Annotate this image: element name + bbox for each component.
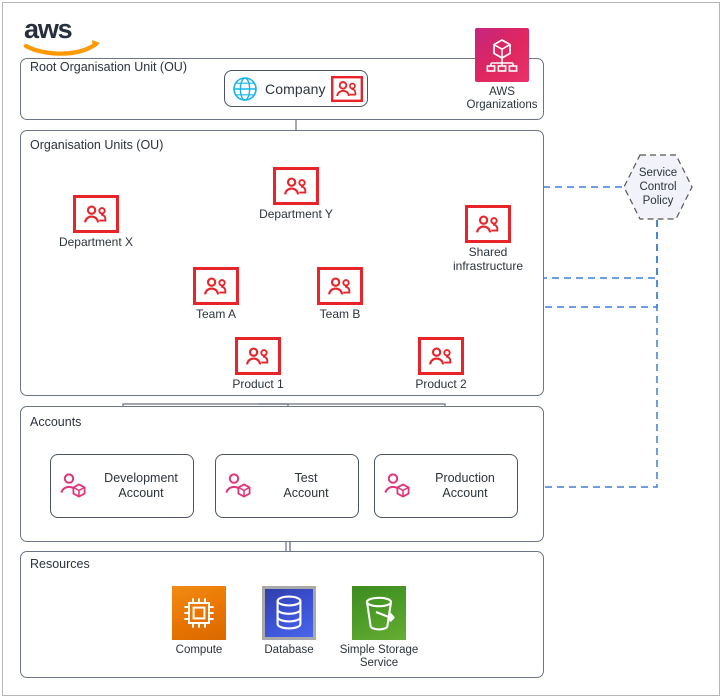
account-card-production[interactable]: Production Account	[374, 454, 518, 518]
organisation-unit-icon	[273, 167, 319, 205]
aws-account-icon	[216, 471, 260, 501]
ou-label: Shared infrastructure	[452, 245, 524, 273]
diagram-canvas: aws Root Organisation Unit (OU) Company …	[0, 0, 724, 700]
ou-node-product-1[interactable]: Product 1	[212, 337, 304, 392]
accounts-section-title: Accounts	[26, 415, 86, 429]
account-label: Production Account	[435, 471, 495, 500]
resource-label: Simple Storage Service	[339, 644, 419, 669]
ou-label: Team B	[319, 307, 361, 321]
ou-label: Department Y	[259, 207, 333, 221]
service-control-policy-label: Service Control Policy	[638, 167, 678, 207]
account-label: Development Account	[104, 471, 178, 500]
company-node[interactable]: Company	[224, 70, 368, 107]
ou-node-department-x[interactable]: Department X	[50, 195, 142, 250]
ou-node-shared-infrastructure[interactable]: Shared infrastructure	[442, 205, 534, 273]
ou-label: Team A	[195, 307, 237, 321]
aws-account-icon	[51, 471, 95, 501]
ou-label: Product 2	[415, 377, 467, 391]
account-label: Test Account	[283, 471, 329, 500]
organisation-unit-icon	[193, 267, 239, 305]
aws-organizations-icon	[475, 28, 529, 82]
organisation-unit-icon	[317, 267, 363, 305]
s3-bucket-icon	[352, 586, 406, 640]
database-cylinder-icon	[262, 586, 316, 640]
resource-node-s3[interactable]: Simple Storage Service	[324, 586, 434, 670]
organisation-unit-icon	[326, 75, 368, 102]
cpu-chip-icon	[172, 586, 226, 640]
service-control-policy-node[interactable]: Service Control Policy	[622, 153, 694, 221]
organisation-units-section-title: Organisation Units (OU)	[26, 138, 168, 152]
organisation-unit-icon	[418, 337, 464, 375]
organisation-unit-icon	[73, 195, 119, 233]
root-ou-section-title: Root Organisation Unit (OU)	[26, 60, 192, 74]
ou-node-team-b[interactable]: Team B	[294, 267, 386, 322]
company-label: Company	[265, 80, 326, 97]
ou-label: Department X	[58, 235, 134, 249]
aws-organizations-tile: AWS Organizations	[454, 28, 550, 112]
ou-node-department-y[interactable]: Department Y	[250, 167, 342, 222]
resources-section-title: Resources	[26, 557, 94, 571]
organisation-unit-icon	[235, 337, 281, 375]
aws-organizations-label: AWS Organizations	[466, 86, 538, 111]
ou-node-product-2[interactable]: Product 2	[395, 337, 487, 392]
account-card-test[interactable]: Test Account	[215, 454, 359, 518]
ou-label: Product 1	[232, 377, 284, 391]
aws-account-icon	[375, 471, 419, 501]
organisation-unit-icon	[465, 205, 511, 243]
globe-icon	[225, 75, 265, 103]
ou-node-team-a[interactable]: Team A	[170, 267, 262, 322]
svg-text:aws: aws	[24, 14, 72, 44]
aws-logo: aws	[22, 12, 118, 56]
account-card-development[interactable]: Development Account	[50, 454, 194, 518]
